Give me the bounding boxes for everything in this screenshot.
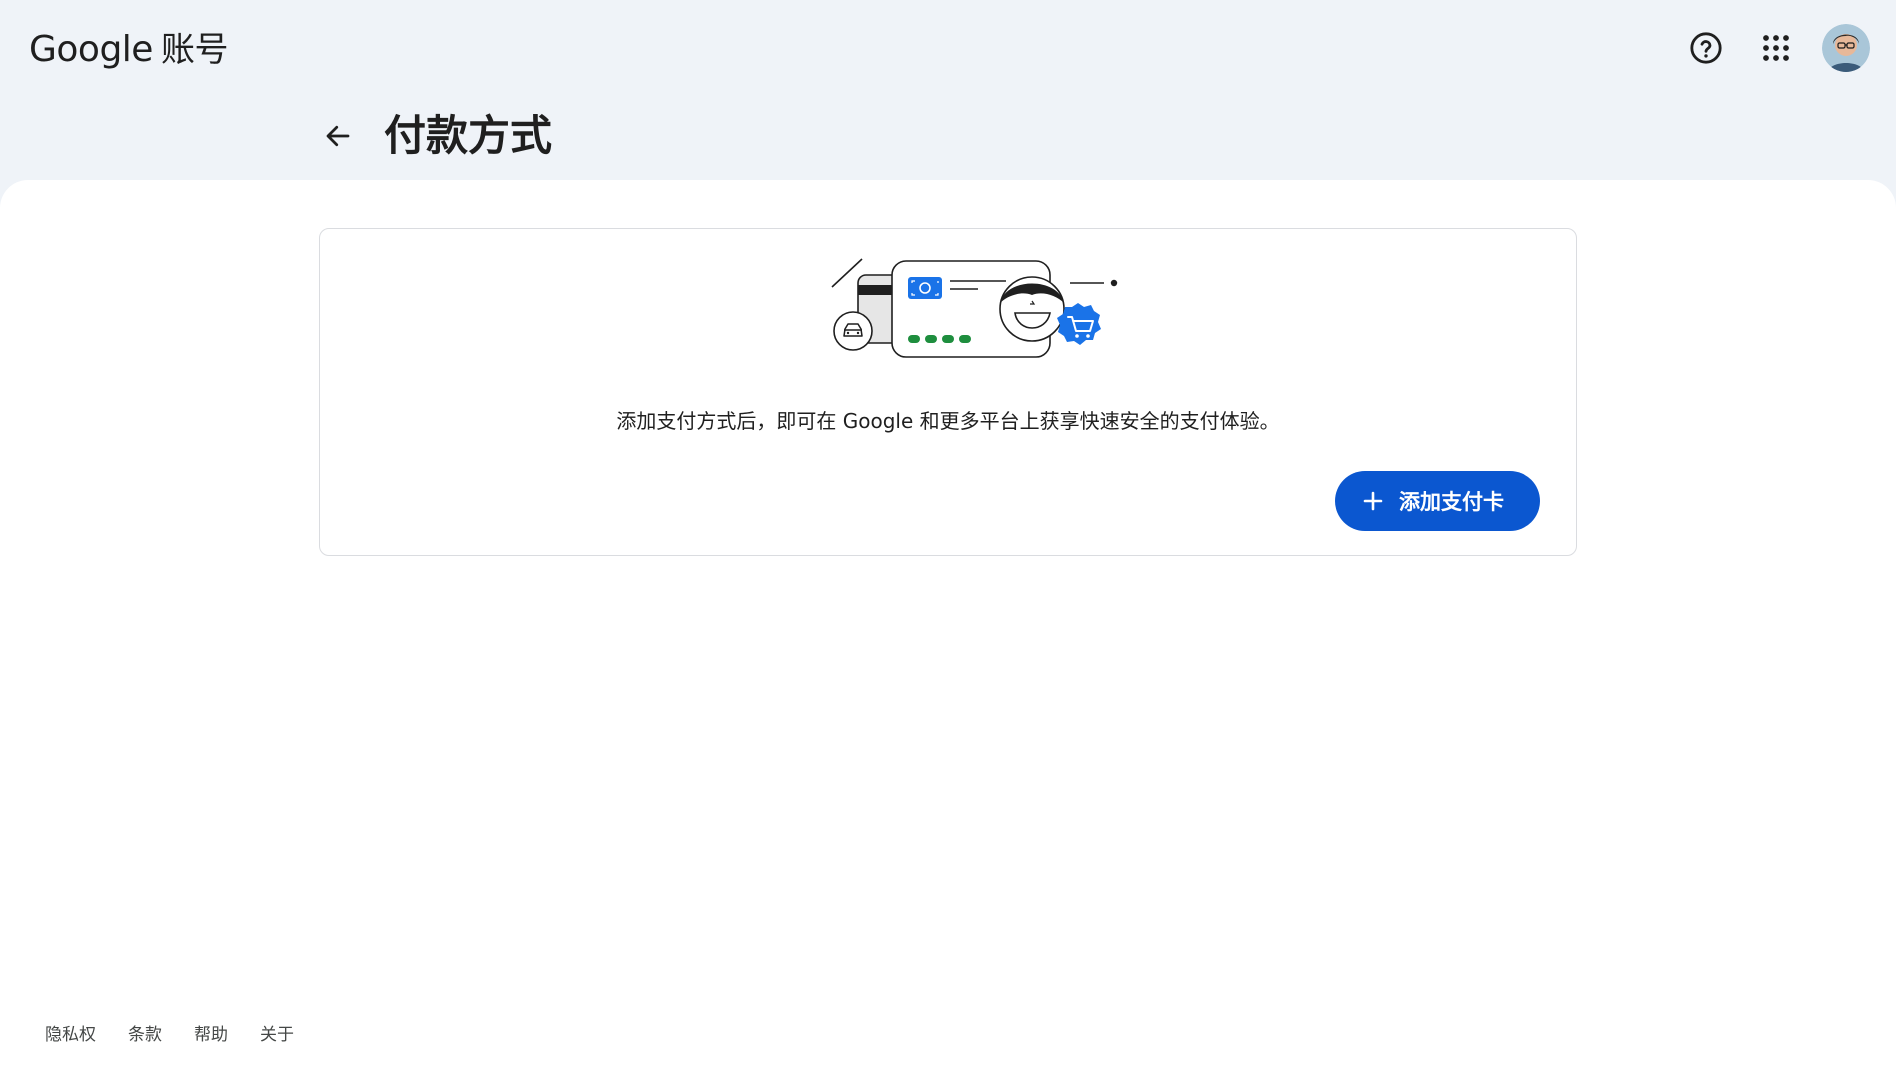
account-avatar[interactable]: [1822, 24, 1870, 72]
google-wordmark: Google: [29, 29, 153, 70]
payment-methods-card: 添加支付方式后，即可在 Google 和更多平台上获享快速安全的支付体验。 添加…: [319, 228, 1577, 556]
google-account-logo[interactable]: Google 账号: [29, 26, 228, 74]
apps-button[interactable]: [1752, 24, 1800, 72]
help-circle-icon: [1690, 32, 1722, 64]
footer-link-help[interactable]: 帮助: [194, 1020, 228, 1045]
top-bar: Google 账号: [0, 0, 1896, 100]
add-payment-card-label: 添加支付卡: [1399, 490, 1504, 514]
plus-icon: [1363, 491, 1383, 511]
back-button[interactable]: [316, 114, 360, 158]
footer-link-privacy[interactable]: 隐私权: [45, 1020, 96, 1045]
add-payment-card-button[interactable]: 添加支付卡: [1335, 471, 1540, 531]
apps-grid-icon: [1763, 35, 1789, 61]
arrow-left-icon: [326, 125, 350, 147]
footer-links: 隐私权 条款 帮助 关于: [45, 1020, 294, 1045]
card-description: 添加支付方式后，即可在 Google 和更多平台上获享快速安全的支付体验。: [616, 409, 1280, 433]
help-button[interactable]: [1682, 24, 1730, 72]
footer-link-terms[interactable]: 条款: [128, 1020, 162, 1045]
page-title: 付款方式: [384, 111, 553, 160]
footer-link-about[interactable]: 关于: [260, 1020, 294, 1045]
top-actions: [1682, 24, 1870, 72]
user-avatar-icon: [1822, 24, 1870, 72]
payment-methods-illustration: [831, 258, 1118, 358]
page-header: 付款方式: [316, 108, 552, 164]
product-name: 账号: [160, 30, 229, 70]
